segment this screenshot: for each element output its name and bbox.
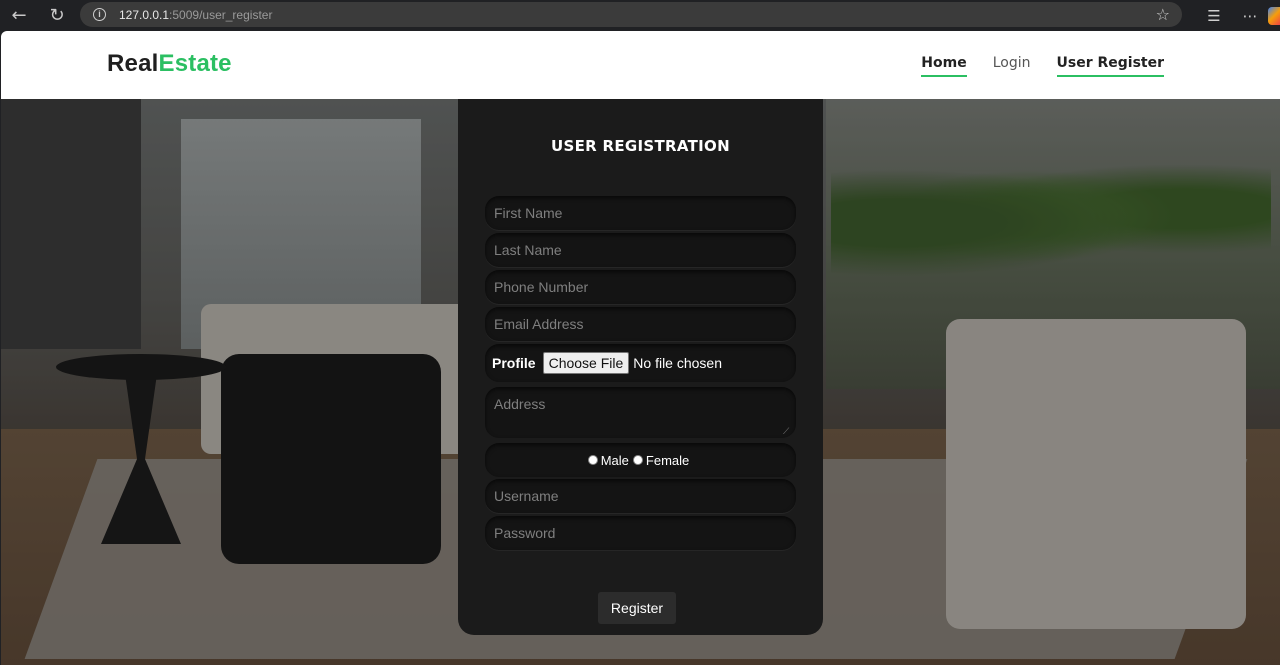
password-input[interactable] <box>485 516 796 550</box>
url-text[interactable]: 127.0.0.1:5009/user_register <box>119 8 272 22</box>
email-input[interactable] <box>485 307 796 341</box>
register-button[interactable]: Register <box>598 592 676 624</box>
male-label: Male <box>600 452 629 468</box>
back-arrow-icon[interactable]: ← <box>4 3 34 29</box>
browser-actions: ☰ ⋯ <box>1196 0 1280 31</box>
nav-login[interactable]: Login <box>993 55 1031 77</box>
choose-file-button[interactable]: Choose File <box>542 352 630 374</box>
more-icon[interactable]: ⋯ <box>1232 7 1268 25</box>
logo[interactable]: RealEstate <box>107 50 232 78</box>
female-label: Female <box>645 452 690 468</box>
logo-real: Real <box>107 50 159 77</box>
info-icon[interactable]: i <box>93 8 106 21</box>
url-path: :5009/user_register <box>169 7 273 22</box>
first-name-input[interactable] <box>485 196 796 230</box>
profile-label: Profile <box>492 355 536 371</box>
phone-input[interactable] <box>485 270 796 304</box>
nav-user-register[interactable]: User Register <box>1056 55 1164 77</box>
file-status: No file chosen <box>633 355 722 371</box>
last-name-input[interactable] <box>485 233 796 267</box>
form-title: USER REGISTRATION <box>551 137 730 155</box>
resize-handle-icon[interactable]: ⟋ <box>783 426 789 437</box>
browser-toolbar: ← ↻ i 127.0.0.1:5009/user_register ☆ ☰ ⋯ <box>0 0 1280 31</box>
male-radio[interactable] <box>587 455 598 465</box>
registration-card: USER REGISTRATION Profile Choose File No… <box>458 99 823 635</box>
star-icon[interactable]: ☆ <box>1156 5 1170 24</box>
url-host: 127.0.0.1 <box>119 7 170 22</box>
main-nav: Home Login User Register <box>921 55 1164 77</box>
username-input[interactable] <box>485 479 796 513</box>
profile-upload-row: Profile Choose File No file chosen <box>485 344 796 382</box>
site-header: RealEstate Home Login User Register <box>1 31 1280 99</box>
address-bar[interactable]: i 127.0.0.1:5009/user_register ☆ <box>80 2 1182 27</box>
nav-home[interactable]: Home <box>921 55 967 77</box>
logo-estate: Estate <box>158 50 232 77</box>
favorites-icon[interactable]: ☰ <box>1196 7 1232 25</box>
copilot-icon[interactable] <box>1268 6 1280 25</box>
female-radio[interactable] <box>632 455 643 465</box>
gender-row: Male Female <box>485 443 796 477</box>
address-input[interactable] <box>485 387 796 438</box>
reload-icon[interactable]: ↻ <box>42 3 72 29</box>
